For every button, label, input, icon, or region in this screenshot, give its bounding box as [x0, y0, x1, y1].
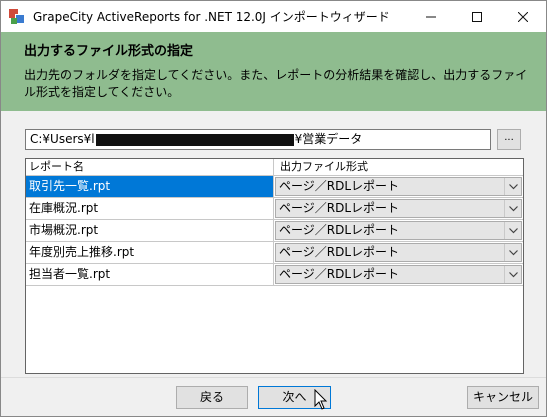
format-dropdown[interactable]: ページ／RDLレポート	[275, 199, 522, 218]
table-row[interactable]: 担当者一覧.rpt ページ／RDLレポート	[26, 264, 523, 286]
format-value: ページ／RDLレポート	[279, 267, 400, 281]
redacted-block	[95, 133, 294, 146]
column-header-report-name[interactable]: レポート名	[26, 159, 274, 175]
close-button[interactable]	[500, 1, 545, 32]
column-header-output-format[interactable]: 出力ファイル形式	[274, 159, 523, 175]
app-icon	[9, 8, 25, 25]
report-name-cell[interactable]: 担当者一覧.rpt	[26, 264, 274, 285]
back-button[interactable]: 戻る	[176, 386, 248, 409]
format-dropdown[interactable]: ページ／RDLレポート	[275, 177, 522, 196]
table-row[interactable]: 在庫概況.rpt ページ／RDLレポート	[26, 198, 523, 220]
close-icon	[517, 11, 528, 22]
report-name-cell[interactable]: 在庫概況.rpt	[26, 198, 274, 219]
format-dropdown[interactable]: ページ／RDLレポート	[275, 221, 522, 240]
maximize-button[interactable]	[454, 1, 499, 32]
chevron-down-icon[interactable]	[504, 244, 521, 261]
page-title: 出力するファイル形式の指定	[24, 44, 194, 59]
grid-header: レポート名 出力ファイル形式	[26, 159, 523, 176]
report-name-cell[interactable]: 市場概況.rpt	[26, 220, 274, 241]
minimize-button[interactable]	[408, 1, 453, 32]
format-value: ページ／RDLレポート	[279, 245, 400, 259]
maximize-icon	[471, 11, 482, 22]
page-description: 出力先のフォルダを指定してください。また、レポートの分析結果を確認し、出力するフ…	[24, 68, 528, 99]
window-title: GrapeCity ActiveReports for .NET 12.0J イ…	[33, 10, 390, 24]
format-dropdown[interactable]: ページ／RDLレポート	[275, 243, 522, 262]
report-grid: レポート名 出力ファイル形式 取引先一覧.rpt ページ／RDLレポート 在庫概…	[25, 158, 524, 374]
button-bar: 戻る 次へ キャンセル	[1, 377, 546, 416]
report-name-cell[interactable]: 取引先一覧.rpt	[26, 176, 274, 197]
mouse-pointer-icon	[314, 389, 328, 410]
wizard-header: 出力するファイル形式の指定 出力先のフォルダを指定してください。また、レポートの…	[1, 32, 546, 111]
path-prefix: C:¥Users¥l	[30, 132, 95, 146]
title-bar: GrapeCity ActiveReports for .NET 12.0J イ…	[1, 1, 546, 32]
wizard-window: GrapeCity ActiveReports for .NET 12.0J イ…	[0, 0, 547, 417]
format-value: ページ／RDLレポート	[279, 201, 400, 215]
format-value: ページ／RDLレポート	[279, 223, 400, 237]
format-value: ページ／RDLレポート	[279, 179, 400, 193]
table-row[interactable]: 市場概況.rpt ページ／RDLレポート	[26, 220, 523, 242]
table-row[interactable]: 年度別売上推移.rpt ページ／RDLレポート	[26, 242, 523, 264]
path-suffix: ¥営業データ	[294, 132, 363, 146]
chevron-down-icon[interactable]	[504, 200, 521, 217]
output-folder-input[interactable]: C:¥Users¥l ¥営業データ	[25, 129, 491, 150]
minimize-icon	[425, 16, 436, 17]
cancel-button[interactable]: キャンセル	[467, 386, 539, 409]
format-dropdown[interactable]: ページ／RDLレポート	[275, 265, 522, 284]
browse-button[interactable]: ...	[497, 129, 521, 150]
table-row[interactable]: 取引先一覧.rpt ページ／RDLレポート	[26, 176, 523, 198]
chevron-down-icon[interactable]	[504, 266, 521, 283]
report-name-cell[interactable]: 年度別売上推移.rpt	[26, 242, 274, 263]
chevron-down-icon[interactable]	[504, 222, 521, 239]
chevron-down-icon[interactable]	[504, 178, 521, 195]
